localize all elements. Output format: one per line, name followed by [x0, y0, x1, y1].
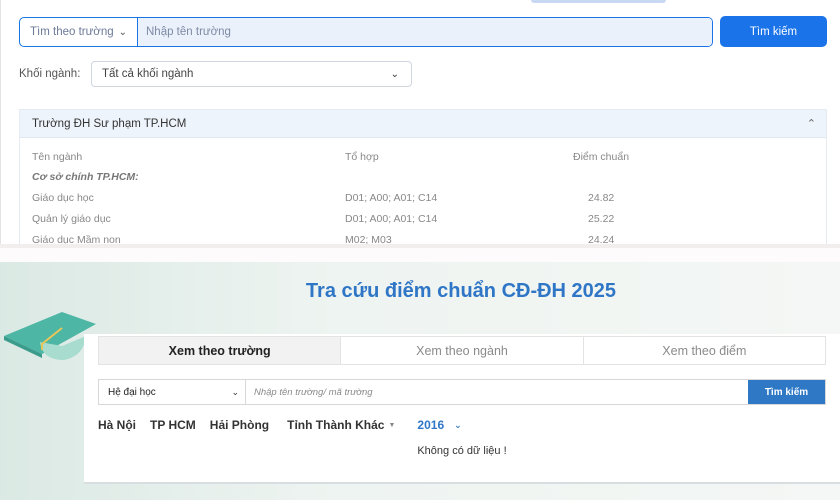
column-header-score: Điểm chuẩn — [573, 151, 630, 163]
region-ha-noi[interactable]: Hà Nội — [98, 418, 136, 432]
school-result-card: Trường ĐH Sư phạm TP.HCM ⌃ Tên ngành Tổ … — [19, 109, 827, 249]
chevron-down-icon: ⌄ — [390, 68, 399, 80]
table-row-combo: D01; A00; A01; C14 — [345, 192, 438, 204]
tab-by-school[interactable]: Xem theo trường — [99, 337, 342, 364]
page-title: Tra cứu điểm chuẩn CĐ-ĐH 2025 — [305, 280, 617, 302]
table-row-name: Giáo dục học — [32, 192, 94, 204]
year-value: 2016 — [417, 418, 445, 432]
chevron-down-icon: ⌄ — [231, 386, 239, 397]
content-bottom-border — [84, 482, 840, 484]
top-partial-button[interactable] — [531, 0, 666, 3]
search-button[interactable]: Tìm kiếm — [720, 16, 827, 47]
khoi-nganh-value: Tất cả khối ngành — [102, 68, 194, 80]
lookup-panel: Tra cứu điểm chuẩn CĐ-ĐH 2025 Xem theo t… — [0, 262, 840, 500]
khoi-nganh-label: Khối ngành: — [19, 68, 81, 80]
search-type-select[interactable]: Tìm theo trường ⌄ — [20, 18, 138, 46]
chevron-up-icon[interactable]: ⌃ — [807, 117, 816, 130]
education-level-select[interactable]: Hệ đại học ⌄ — [99, 380, 246, 404]
campus-section-title: Cơ sở chính TP.HCM: — [32, 171, 139, 183]
filter-search-bar: Hệ đại học ⌄ Tìm kiếm — [98, 379, 826, 405]
region-other-label: Tỉnh Thành Khác — [287, 418, 385, 432]
school-code-input[interactable] — [246, 380, 748, 404]
no-data-message: Không có dữ liệu ! — [417, 445, 507, 457]
table-row-combo: D01; A00; A01; C14 — [345, 213, 438, 225]
column-header-combo: Tổ hợp — [345, 151, 379, 163]
caret-down-icon: ▼ — [388, 421, 396, 429]
region-filter: Hà Nội TP HCM Hải Phòng Tỉnh Thành Khác … — [98, 417, 462, 433]
search-type-label: Tìm theo trường — [30, 26, 114, 38]
table-row-name: Quản lý giáo dục — [32, 213, 111, 225]
region-hai-phong[interactable]: Hải Phòng — [210, 418, 269, 432]
table-row-score: 25.22 — [588, 213, 615, 225]
school-result-header[interactable]: Trường ĐH Sư phạm TP.HCM ⌃ — [20, 110, 826, 138]
year-select[interactable]: 2016 ⌄ — [417, 418, 461, 432]
region-other-dropdown[interactable]: Tỉnh Thành Khác ▼ — [287, 418, 395, 432]
khoi-nganh-select[interactable]: Tất cả khối ngành ⌄ — [91, 61, 412, 87]
view-tabs: Xem theo trường Xem theo ngành Xem theo … — [98, 336, 826, 365]
education-level-value: Hệ đại học — [108, 386, 156, 398]
column-header-name: Tên ngành — [32, 151, 83, 163]
top-search-panel: Tìm theo trường ⌄ Tìm kiếm Khối ngành: T… — [0, 0, 840, 249]
tab-by-major[interactable]: Xem theo ngành — [341, 337, 584, 364]
school-search-bar: Tìm theo trường ⌄ — [19, 17, 713, 47]
region-tp-hcm[interactable]: TP HCM — [150, 418, 196, 432]
search-button[interactable]: Tìm kiếm — [748, 380, 825, 404]
table-row-score: 24.82 — [588, 192, 615, 204]
tab-by-score[interactable]: Xem theo điểm — [583, 337, 825, 364]
school-name: Trường ĐH Sư phạm TP.HCM — [32, 117, 187, 130]
school-name-input[interactable] — [138, 18, 712, 46]
panel-divider-light — [0, 248, 840, 262]
chevron-down-icon: ⌄ — [454, 419, 462, 430]
chevron-down-icon: ⌄ — [118, 26, 127, 38]
